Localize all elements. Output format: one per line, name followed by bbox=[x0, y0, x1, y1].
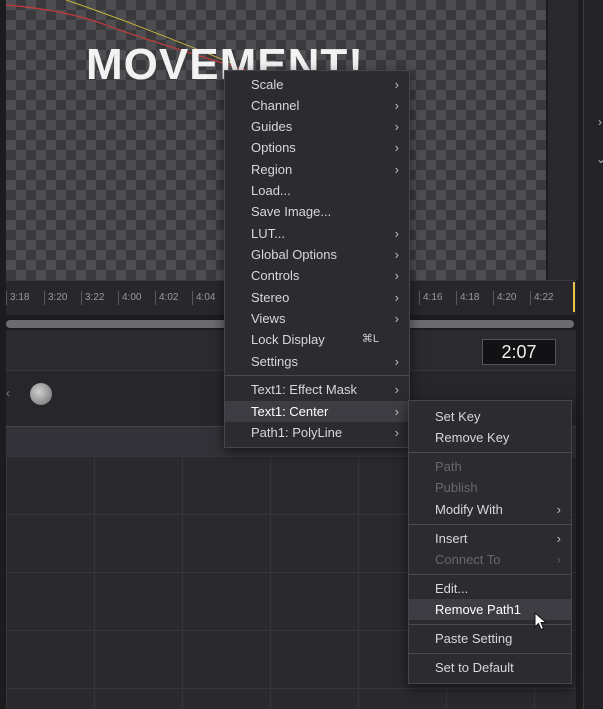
submenu-item-insert[interactable]: Insert › bbox=[409, 528, 571, 549]
mouse-pointer-icon bbox=[534, 612, 548, 631]
menu-item-options[interactable]: Options › bbox=[225, 137, 409, 158]
chevron-right-icon: › bbox=[556, 531, 561, 546]
chevron-right-icon: › bbox=[394, 311, 399, 326]
ruler-tick: 3:18 bbox=[6, 291, 29, 305]
chevron-right-icon: › bbox=[394, 382, 399, 397]
chevron-right-icon: › bbox=[394, 162, 399, 177]
chevron-down-icon[interactable]: ⌄ bbox=[596, 152, 603, 166]
menu-separator bbox=[409, 653, 571, 654]
submenu-item-edit[interactable]: Edit... bbox=[409, 578, 571, 599]
submenu-item-modify-with[interactable]: Modify With › bbox=[409, 499, 571, 520]
chevron-right-icon: › bbox=[394, 98, 399, 113]
ruler-tick: 3:22 bbox=[81, 291, 104, 305]
ruler-tick: 3:20 bbox=[44, 291, 67, 305]
menu-item-load[interactable]: Load... bbox=[225, 180, 409, 201]
menu-item-region[interactable]: Region › bbox=[225, 159, 409, 180]
menu-item-views[interactable]: Views › bbox=[225, 308, 409, 329]
inspector-panel-edge bbox=[548, 0, 578, 280]
menu-item-controls[interactable]: Controls › bbox=[225, 265, 409, 286]
chevron-right-icon: › bbox=[394, 77, 399, 92]
menu-item-path1-polyline[interactable]: Path1: PolyLine › bbox=[225, 422, 409, 443]
menu-item-lock-display[interactable]: Lock Display ⌘L bbox=[225, 329, 409, 350]
side-panel: › ⌄ bbox=[583, 0, 603, 709]
menu-item-save-image[interactable]: Save Image... bbox=[225, 201, 409, 222]
chevron-right-icon: › bbox=[556, 552, 561, 567]
chevron-right-icon: › bbox=[394, 290, 399, 305]
chevron-right-icon[interactable]: › bbox=[598, 115, 602, 129]
ruler-tick: 4:16 bbox=[419, 291, 442, 305]
menu-item-global-options[interactable]: Global Options › bbox=[225, 244, 409, 265]
current-time-display[interactable]: 2:07 bbox=[482, 339, 556, 365]
chevron-right-icon: › bbox=[556, 502, 561, 517]
shortcut-label: ⌘L bbox=[361, 333, 379, 345]
ruler-tick: 4:18 bbox=[456, 291, 479, 305]
menu-separator bbox=[409, 524, 571, 525]
chevron-right-icon: › bbox=[394, 268, 399, 283]
menu-item-settings[interactable]: Settings › bbox=[225, 351, 409, 372]
chevron-right-icon: › bbox=[394, 119, 399, 134]
menu-separator bbox=[409, 574, 571, 575]
submenu-item-remove-key[interactable]: Remove Key bbox=[409, 427, 571, 448]
playhead-marker[interactable] bbox=[573, 282, 575, 312]
tool-icon[interactable] bbox=[30, 383, 52, 405]
ruler-tick: 4:00 bbox=[118, 291, 141, 305]
menu-item-lut[interactable]: LUT... › bbox=[225, 223, 409, 244]
chevron-right-icon: › bbox=[394, 247, 399, 262]
chevron-right-icon: › bbox=[394, 140, 399, 155]
submenu-item-path: Path bbox=[435, 459, 462, 474]
menu-item-guides[interactable]: Guides › bbox=[225, 116, 409, 137]
ruler-tick: 4:22 bbox=[530, 291, 553, 305]
ruler-tick: 4:20 bbox=[493, 291, 516, 305]
context-menu: Scale › Channel › Guides › Options › Region ›… bbox=[224, 70, 410, 448]
menu-item-stereo[interactable]: Stereo › bbox=[225, 287, 409, 308]
ruler-tick: 4:04 bbox=[192, 291, 215, 305]
chevron-right-icon: › bbox=[394, 404, 399, 419]
submenu-item-publish: Publish bbox=[435, 480, 478, 495]
chevron-right-icon: › bbox=[394, 354, 399, 369]
ruler-tick: 4:02 bbox=[155, 291, 178, 305]
menu-item-text1-effect-mask[interactable]: Text1: Effect Mask › bbox=[225, 379, 409, 400]
toolbar-handle: ‹ bbox=[6, 386, 10, 400]
submenu-item-connect-to: Connect To › bbox=[409, 549, 571, 570]
menu-separator bbox=[409, 452, 571, 453]
submenu-item-set-key[interactable]: Set Key bbox=[409, 406, 571, 427]
menu-item-scale[interactable]: Scale › bbox=[225, 74, 409, 95]
chevron-right-icon: › bbox=[394, 226, 399, 241]
menu-separator bbox=[225, 375, 409, 376]
menu-item-channel[interactable]: Channel › bbox=[225, 95, 409, 116]
submenu-item-set-to-default[interactable]: Set to Default bbox=[409, 657, 571, 678]
menu-item-text1-center[interactable]: Text1: Center › bbox=[225, 401, 409, 422]
chevron-right-icon: › bbox=[394, 425, 399, 440]
submenu-text1-center: Set Key Remove Key Path Publish Modify W… bbox=[408, 400, 572, 684]
